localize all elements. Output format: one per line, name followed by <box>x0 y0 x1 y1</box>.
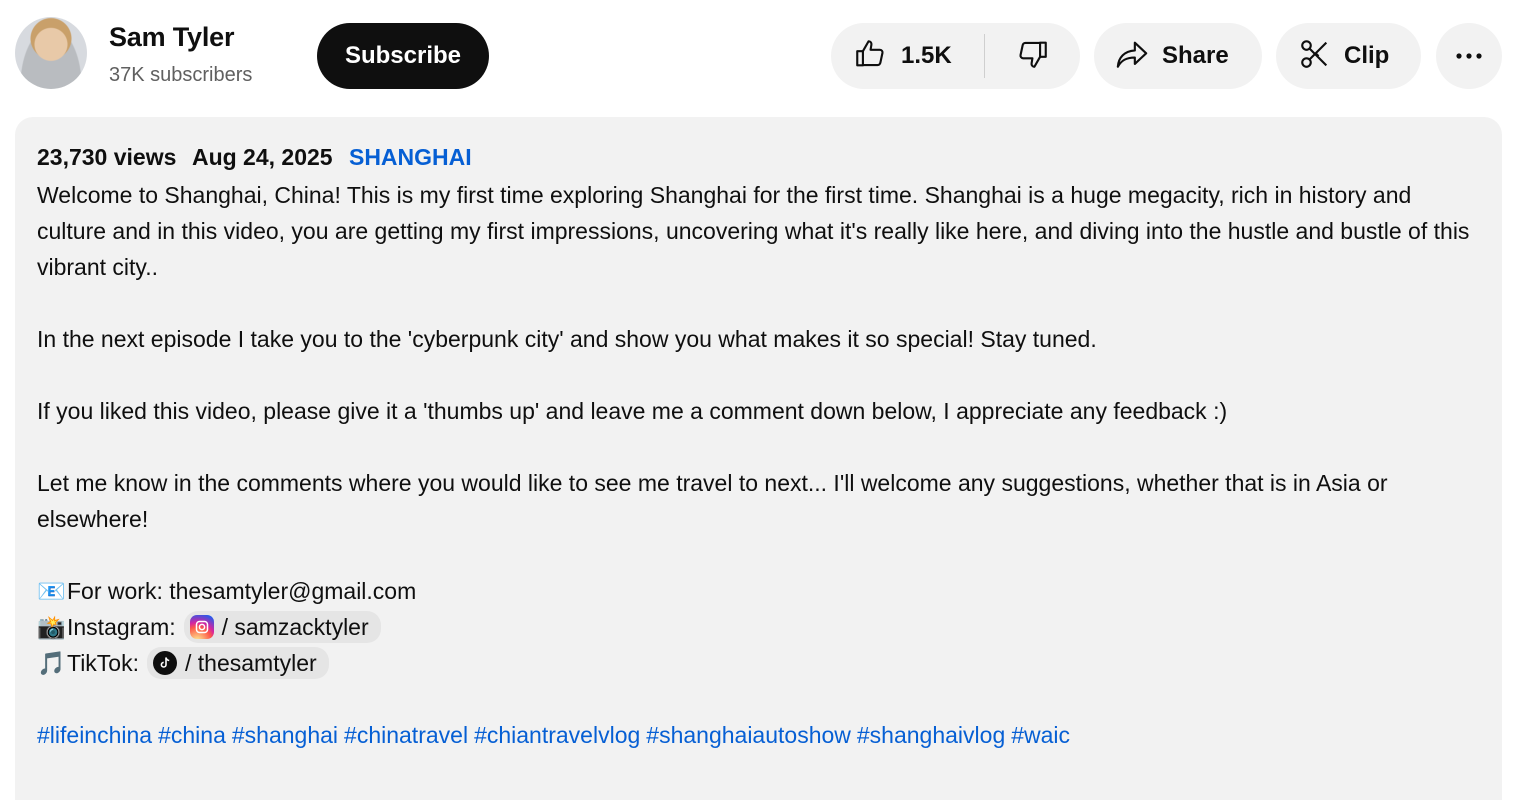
music-note-emoji-icon: 🎵 <box>37 650 66 676</box>
hashtag-link[interactable]: #shanghaivlog <box>857 722 1005 748</box>
instagram-line: 📸Instagram: / samzacktyler <box>37 609 1480 645</box>
tiktok-icon <box>153 650 177 675</box>
more-horizontal-icon <box>1454 47 1484 65</box>
camera-emoji-icon: 📸 <box>37 614 66 640</box>
channel-avatar[interactable] <box>15 17 87 89</box>
description-paragraph-1: Welcome to Shanghai, China! This is my f… <box>37 182 1470 280</box>
work-contact-text: For work: thesamtyler@gmail.com <box>67 578 417 604</box>
dislike-button[interactable] <box>985 23 1080 89</box>
tiktok-line: 🎵TikTok: / thesamtyler <box>37 645 1480 681</box>
instagram-handle-link[interactable]: / samzacktyler <box>183 610 381 643</box>
instagram-icon <box>189 614 214 639</box>
upload-date: Aug 24, 2025 <box>191 144 333 170</box>
hashtag-link[interactable]: #chiantravelvlog <box>474 722 640 748</box>
tiktok-handle: / thesamtyler <box>185 649 317 676</box>
description-box[interactable]: 23,730 views Aug 24, 2025 SHANGHAI Welco… <box>15 117 1502 800</box>
clip-label: Clip <box>1344 42 1390 69</box>
share-button[interactable]: Share <box>1094 23 1262 89</box>
thumbs-up-icon <box>853 37 887 76</box>
hashtag-link[interactable]: #shanghai <box>232 722 338 748</box>
email-emoji-icon: 📧 <box>37 578 66 604</box>
tiktok-label: TikTok: <box>67 650 139 676</box>
thumbs-down-icon <box>1016 37 1050 76</box>
more-actions-button[interactable] <box>1436 23 1502 89</box>
share-label: Share <box>1162 42 1229 69</box>
hashtag-link[interactable]: #lifeinchina <box>37 722 152 748</box>
work-contact-line: 📧For work: thesamtyler@gmail.com <box>37 573 1480 609</box>
like-button[interactable]: 1.5K <box>831 23 984 89</box>
location-link[interactable]: SHANGHAI <box>349 144 472 170</box>
instagram-label: Instagram: <box>67 614 176 640</box>
clip-button[interactable]: Clip <box>1276 23 1421 89</box>
scissors-icon <box>1298 37 1332 76</box>
hashtag-link[interactable]: #waic <box>1011 722 1070 748</box>
hashtag-link[interactable]: #chinatravel <box>344 722 468 748</box>
subscribe-button[interactable]: Subscribe <box>317 23 489 89</box>
channel-name[interactable]: Sam Tyler <box>109 22 234 53</box>
hashtag-list: #lifeinchina #china #shanghai #chinatravel #… <box>37 717 1480 753</box>
view-count: 23,730 views <box>37 144 177 170</box>
hashtag-link[interactable]: #china <box>158 722 226 748</box>
description-paragraph-3: If you liked this video, please give it … <box>37 398 1228 424</box>
video-meta: 23,730 views Aug 24, 2025 SHANGHAI <box>37 141 1480 177</box>
description-paragraph-2: In the next episode I take you to the 'c… <box>37 326 1097 352</box>
share-arrow-icon <box>1114 37 1150 76</box>
hashtag-link[interactable]: #shanghaiautoshow <box>646 722 851 748</box>
instagram-handle: / samzacktyler <box>221 613 369 640</box>
description-paragraph-4: Let me know in the comments where you wo… <box>37 470 1388 532</box>
subscriber-count: 37K subscribers <box>109 64 253 86</box>
video-actions-row: Sam Tyler 37K subscribers Subscribe 1.5K <box>0 0 1524 110</box>
like-dislike-group: 1.5K <box>831 23 1080 89</box>
tiktok-handle-link[interactable]: / thesamtyler <box>147 646 329 679</box>
like-count: 1.5K <box>901 42 952 69</box>
